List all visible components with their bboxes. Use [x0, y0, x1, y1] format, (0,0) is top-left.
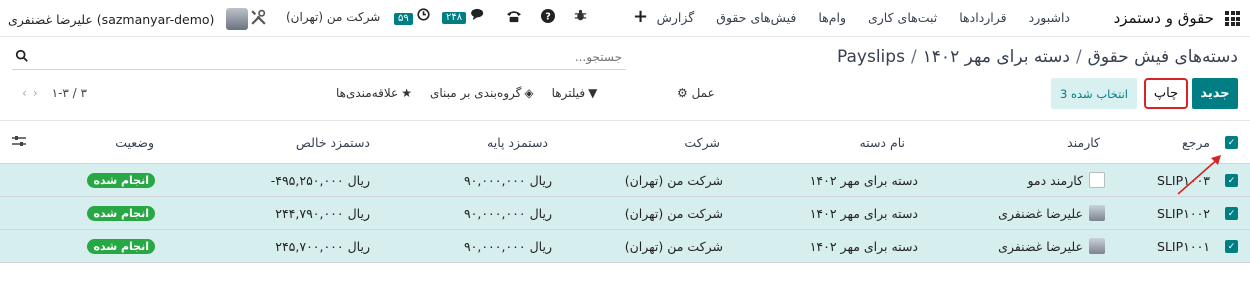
batch-cell: دسته برای مهر ۱۴۰۲	[809, 205, 918, 221]
pager-value[interactable]: ۱-۳ / ۳	[52, 86, 87, 100]
activity-count-badge: ۵۹	[394, 13, 413, 25]
company-cell: شرکت من (تهران)	[624, 172, 723, 188]
menu-item-contracts[interactable]: قراردادها	[959, 10, 1006, 25]
batch-cell: دسته برای مهر ۱۴۰۲	[809, 238, 918, 254]
row-checkbox[interactable]: ✓	[1225, 240, 1238, 253]
bug-icon[interactable]	[574, 9, 587, 26]
breadcrumb-separator: /	[910, 47, 917, 67]
col-net-wage[interactable]: دستمزد خالص	[296, 121, 370, 163]
gear-icon: ⚙	[677, 86, 688, 100]
table-row[interactable]: ✓ SLIP۱۰۰۱ علیرضا غضنفری دسته برای مهر ۱…	[0, 230, 1250, 263]
net-wage-cell: ریال ۴۹۵,۲۵۰,۰۰۰-	[270, 172, 370, 188]
row-checkbox[interactable]: ✓	[1225, 174, 1238, 187]
basic-wage-cell: ریال ۹۰,۰۰۰,۰۰۰	[463, 205, 552, 221]
col-batch[interactable]: نام دسته	[859, 121, 905, 163]
breadcrumb-separator: /	[1075, 47, 1082, 67]
search-input[interactable]	[12, 44, 626, 69]
annotation-arrow	[1177, 155, 1221, 195]
user-menu[interactable]: علیرضا غضنفری (sazmanyar-demo)	[8, 5, 249, 33]
apps-menu-icon[interactable]	[1225, 11, 1240, 26]
main-menu: داشبورد قراردادها ثبت‌های کاری وام‌ها فی…	[657, 10, 1070, 25]
messages-icon[interactable]: ۲۴۸	[442, 8, 485, 24]
net-wage-cell: ریال ۲۴۵,۷۰۰,۰۰۰	[275, 238, 370, 254]
filters-button[interactable]: ▼ فیلترها	[552, 86, 598, 100]
pager: ‹ › ۱-۳ / ۳	[22, 86, 87, 100]
batch-cell: دسته برای مهر ۱۴۰۲	[809, 172, 918, 188]
status-cell: انجام شده	[87, 164, 155, 196]
employee-cell: علیرضا غضنفری	[998, 230, 1105, 262]
employee-cell: علیرضا غضنفری	[998, 197, 1105, 229]
table-row[interactable]: ✓ SLIP۱۰۰۲ علیرضا غضنفری دسته برای مهر ۱…	[0, 197, 1250, 230]
table-row[interactable]: ✓ SLIP۱۰۰۳ کارمند دمو دسته برای مهر ۱۴۰۲…	[0, 164, 1250, 197]
messages-count-badge: ۲۴۸	[442, 12, 467, 24]
col-company[interactable]: شرکت	[684, 121, 720, 163]
status-badge: انجام شده	[87, 172, 155, 188]
action-label: عمل	[691, 86, 715, 100]
net-wage-cell: ریال ۲۴۴,۷۹۰,۰۰۰	[275, 205, 370, 221]
basic-wage-cell: ریال ۹۰,۰۰۰,۰۰۰	[463, 238, 552, 254]
col-basic-wage[interactable]: دستمزد پایه	[487, 121, 548, 163]
menu-item-loans[interactable]: وام‌ها	[818, 10, 846, 25]
menu-item-work-entries[interactable]: ثبت‌های کاری	[868, 10, 937, 25]
col-employee[interactable]: کارمند	[1067, 121, 1100, 163]
app-brand[interactable]: حقوق و دستمزد	[1114, 9, 1214, 27]
status-badge: انجام شده	[87, 205, 155, 221]
chevron-left-icon[interactable]: ‹	[22, 86, 27, 100]
company-cell: شرکت من (تهران)	[624, 238, 723, 254]
status-badge: انجام شده	[87, 238, 155, 254]
search-options: ▼ فیلترها ◈ گروه‌بندی بر مبنای ★ علاقه‌مندی…	[336, 86, 597, 100]
favorites-button[interactable]: ★ علاقه‌مندی‌ها	[336, 86, 412, 100]
row-checkbox[interactable]: ✓	[1225, 207, 1238, 220]
star-icon: ★	[401, 86, 412, 100]
user-avatar	[226, 8, 249, 30]
quick-create-icon[interactable]: +	[633, 6, 648, 27]
breadcrumb: دسته‌های فیش حقوق/دسته برای مهر ۱۴۰۲/Pay…	[837, 47, 1238, 67]
filter-icon: ▼	[588, 86, 598, 100]
new-button[interactable]: جدید	[1192, 78, 1238, 109]
tools-icon[interactable]	[250, 9, 267, 30]
activity-icon[interactable]: ۵۹	[394, 8, 430, 25]
select-all-checkbox[interactable]: ✓	[1225, 136, 1238, 149]
action-menu-button[interactable]: ⚙ عمل	[677, 86, 715, 100]
col-status[interactable]: وضعیت	[115, 121, 154, 163]
menu-item-dashboard[interactable]: داشبورد	[1029, 10, 1070, 25]
status-cell: انجام شده	[87, 230, 155, 262]
menu-item-payslips[interactable]: فیش‌های حقوق	[716, 10, 796, 25]
employee-avatar	[1089, 205, 1105, 221]
table-header-row: ✓ مرجع کارمند نام دسته شرکت دستمزد پایه …	[0, 120, 1250, 164]
selected-count-button[interactable]: 3 انتخاب شده	[1051, 78, 1137, 109]
breadcrumb-current: Payslips	[837, 47, 905, 67]
status-cell: انجام شده	[87, 197, 155, 229]
group-by-button[interactable]: ◈ گروه‌بندی بر مبنای	[430, 86, 534, 100]
chevron-right-icon[interactable]: ›	[33, 86, 38, 100]
user-name: علیرضا غضنفری (sazmanyar-demo)	[8, 11, 215, 27]
menu-item-reporting[interactable]: گزارش	[657, 10, 695, 25]
svg-text:?: ?	[545, 12, 551, 23]
basic-wage-cell: ریال ۹۰,۰۰۰,۰۰۰	[463, 172, 552, 188]
print-button[interactable]: چاپ	[1144, 78, 1188, 109]
column-settings-icon[interactable]	[12, 135, 26, 147]
payslip-table: ✓ مرجع کارمند نام دسته شرکت دستمزد پایه …	[0, 120, 1250, 263]
employee-avatar	[1089, 238, 1105, 254]
company-cell: شرکت من (تهران)	[624, 205, 723, 221]
breadcrumb-root[interactable]: دسته‌های فیش حقوق	[1088, 47, 1238, 67]
employee-cell: کارمند دمو	[1027, 164, 1105, 196]
search-bar	[12, 44, 626, 70]
reference-cell: SLIP۱۰۰۲	[1157, 205, 1210, 221]
search-icon[interactable]	[15, 49, 29, 63]
employee-avatar	[1089, 172, 1105, 188]
reference-cell: SLIP۱۰۰۱	[1157, 238, 1210, 254]
company-switcher[interactable]: شرکت من (تهران)	[286, 10, 380, 24]
phone-icon[interactable]	[506, 9, 522, 27]
help-icon[interactable]: ?	[541, 9, 555, 27]
layers-icon: ◈	[524, 86, 534, 100]
breadcrumb-batch[interactable]: دسته برای مهر ۱۴۰۲	[923, 47, 1070, 67]
